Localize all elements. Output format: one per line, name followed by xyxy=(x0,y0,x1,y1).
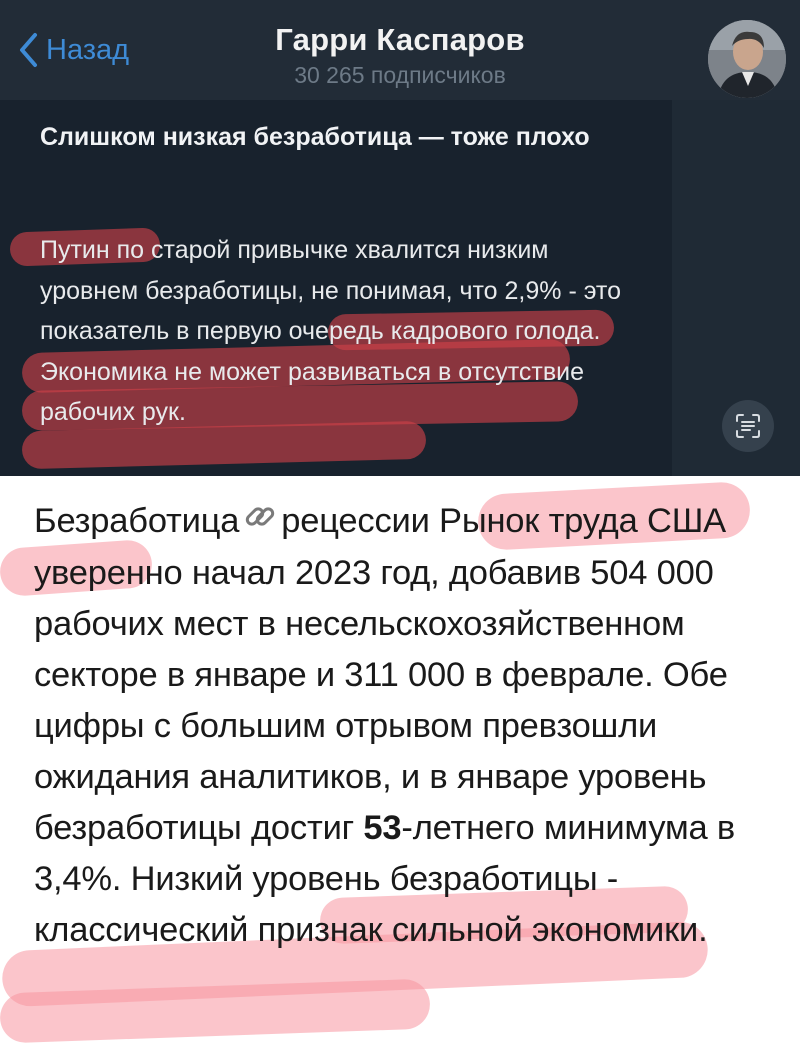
telegram-screenshot: Назад Гарри Каспаров 30 265 подписчиков … xyxy=(0,0,800,476)
article-bold-number: 53 xyxy=(363,809,402,848)
text-scan-icon xyxy=(736,414,760,438)
article-text-part: рецессии Рынок труда США уверенно начал … xyxy=(34,502,728,848)
post-title: Слишком низкая безработица — тоже плохо xyxy=(40,123,590,151)
avatar[interactable] xyxy=(708,20,786,98)
article-text-part: Безработица xyxy=(34,502,240,540)
scan-text-button[interactable] xyxy=(722,400,774,452)
chain-link-icon xyxy=(243,497,277,548)
channel-name: Гарри Каспаров xyxy=(275,22,525,57)
channel-header: Назад Гарри Каспаров 30 265 подписчиков xyxy=(0,0,800,100)
subscriber-count: 30 265 подписчиков xyxy=(294,62,506,88)
post-body: Путин по старой привычке хвалится низким… xyxy=(40,236,621,426)
channel-title-block[interactable]: Гарри Каспаров 30 265 подписчиков xyxy=(0,22,800,89)
article-text: Безработица рецессии Рынок труда США уве… xyxy=(34,496,774,956)
channel-post: Слишком низкая безработица — тоже плохо … xyxy=(0,100,672,476)
person-photo-icon xyxy=(708,20,786,98)
